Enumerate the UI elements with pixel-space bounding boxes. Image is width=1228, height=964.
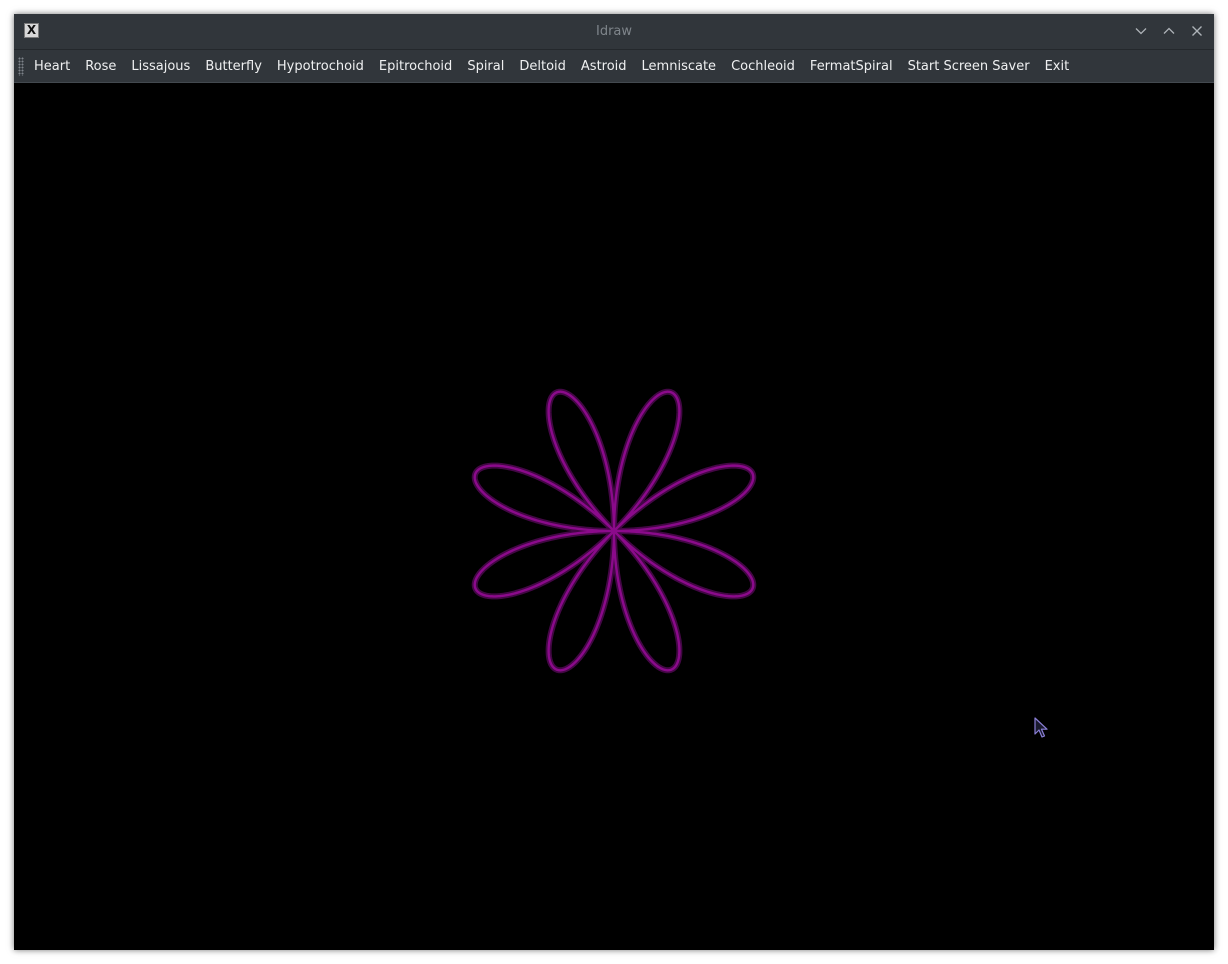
menu-item-rose[interactable]: Rose xyxy=(78,54,123,80)
chevron-up-icon xyxy=(1163,27,1175,34)
x-app-icon[interactable]: X xyxy=(24,23,39,38)
mouse-pointer-icon xyxy=(1034,717,1048,738)
rose-curve-drawing xyxy=(471,388,757,674)
rose-curve xyxy=(473,390,755,672)
close-icon xyxy=(1192,26,1202,36)
menu-item-lemniscate[interactable]: Lemniscate xyxy=(635,54,724,80)
window-title: Idraw xyxy=(595,24,633,39)
menu-item-hypotrochoid[interactable]: Hypotrochoid xyxy=(270,54,371,80)
menu-item-exit[interactable]: Exit xyxy=(1038,54,1077,80)
chevron-down-icon xyxy=(1135,28,1147,35)
menu-item-spiral[interactable]: Spiral xyxy=(460,54,511,80)
title-bar[interactable]: X Idraw xyxy=(14,14,1214,50)
menu-item-cochleoid[interactable]: Cochleoid xyxy=(724,54,802,80)
menu-item-astroid[interactable]: Astroid xyxy=(574,54,634,80)
menu-items: Heart Rose Lissajous Butterfly Hypotroch… xyxy=(27,50,1077,83)
menu-item-start-screen-saver[interactable]: Start Screen Saver xyxy=(901,54,1037,80)
menu-bar: Heart Rose Lissajous Butterfly Hypotroch… xyxy=(14,50,1214,83)
drawing-canvas[interactable] xyxy=(14,83,1214,950)
maximize-button[interactable] xyxy=(1158,20,1180,42)
menu-item-epitrochoid[interactable]: Epitrochoid xyxy=(372,54,459,80)
minimize-button[interactable] xyxy=(1130,20,1152,42)
menu-item-butterfly[interactable]: Butterfly xyxy=(198,54,269,80)
menu-item-deltoid[interactable]: Deltoid xyxy=(512,54,573,80)
menu-item-heart[interactable]: Heart xyxy=(27,54,77,80)
app-window: X Idraw Heart Rose Lissajous Butterfly H xyxy=(14,14,1214,950)
close-button[interactable] xyxy=(1186,20,1208,42)
menu-item-fermatspiral[interactable]: FermatSpiral xyxy=(803,54,900,80)
toolbar-grip-handle[interactable] xyxy=(18,57,24,76)
menu-item-lissajous[interactable]: Lissajous xyxy=(124,54,197,80)
